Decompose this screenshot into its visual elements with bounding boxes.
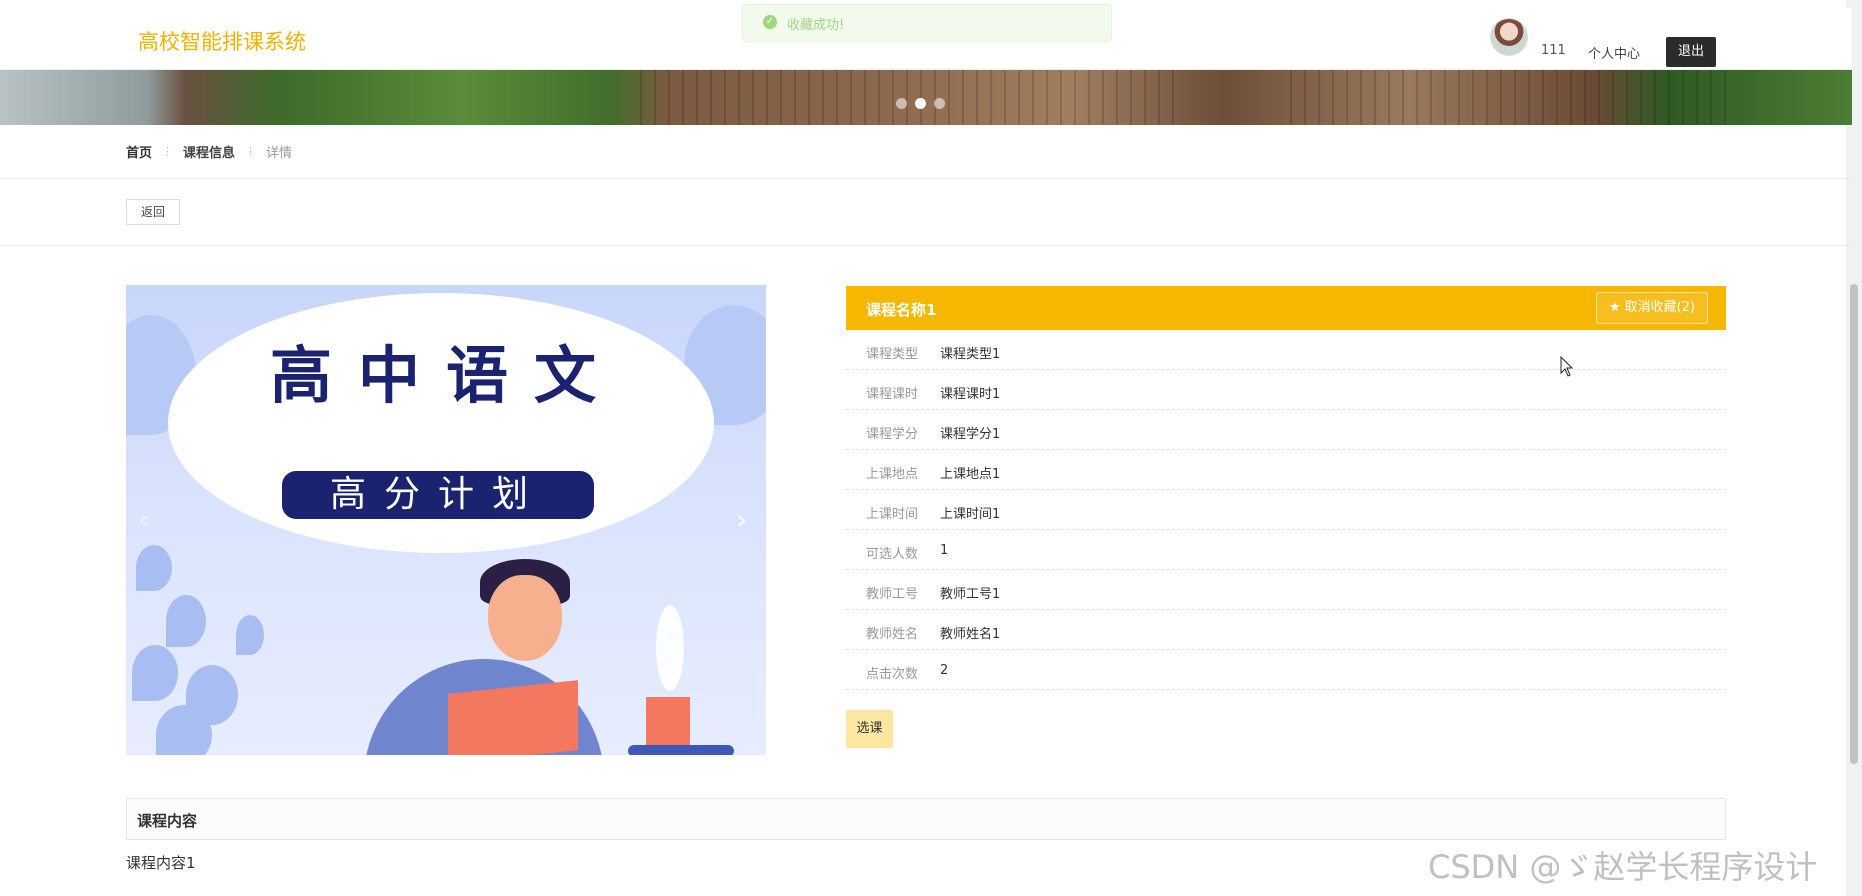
page-scrollbar-track[interactable]	[1846, 0, 1862, 896]
info-label: 课程课时	[866, 387, 919, 402]
info-row: 课程学分 课程学分1	[846, 410, 1726, 450]
info-value: 上课地点1	[940, 467, 1001, 482]
course-image-carousel: 高中语文 高分计划 ‹ ›	[126, 285, 766, 755]
info-label: 可选人数	[866, 547, 919, 562]
info-label: 教师工号	[866, 587, 919, 602]
info-value: 课程类型1	[940, 347, 1001, 362]
breadcrumb-current: 详情	[266, 146, 293, 161]
breadcrumb-course-info[interactable]: 课程信息	[183, 142, 235, 161]
toast-message: 收藏成功!	[787, 18, 845, 33]
course-content-heading-box: 课程内容	[126, 798, 1726, 840]
book-shape	[448, 680, 578, 755]
image-subtitle: 高分计划	[282, 471, 594, 519]
info-label: 上课地点	[866, 467, 919, 482]
info-label: 课程学分	[866, 427, 919, 442]
personal-center-link[interactable]: 个人中心	[1588, 43, 1640, 62]
star-icon: ★	[1608, 300, 1621, 315]
breadcrumb-separator: ⋮	[245, 145, 257, 158]
carousel-dot[interactable]	[934, 98, 945, 109]
saucer-shape	[628, 745, 734, 755]
info-row: 课程课时 课程课时1	[846, 370, 1726, 410]
info-value: 1	[940, 543, 949, 558]
info-value: 教师工号1	[940, 587, 1001, 602]
info-label: 上课时间	[866, 507, 919, 522]
info-row: 可选人数 1	[846, 530, 1726, 570]
chevron-right-icon[interactable]: ›	[736, 503, 747, 536]
info-row: 点击次数 2	[846, 650, 1726, 690]
username: 111	[1541, 43, 1566, 58]
back-button[interactable]: 返回	[126, 199, 180, 225]
person-head	[488, 575, 562, 661]
info-value: 上课时间1	[940, 507, 1001, 522]
success-toast: ✓ 收藏成功!	[742, 4, 1112, 42]
image-title: 高中语文	[269, 339, 622, 412]
chevron-left-icon[interactable]: ‹	[138, 503, 149, 536]
info-row: 上课时间 上课时间1	[846, 490, 1726, 530]
breadcrumb: 首页 ⋮ 课程信息 ⋮ 详情	[126, 142, 292, 161]
carousel-dot[interactable]	[896, 98, 907, 109]
info-row: 上课地点 上课地点1	[846, 450, 1726, 490]
info-value: 2	[940, 663, 949, 678]
info-row: 教师工号 教师工号1	[846, 570, 1726, 610]
info-label: 课程类型	[866, 347, 919, 362]
divider	[0, 178, 1852, 179]
course-info-panel: 课程名称1 ★ 取消收藏(2) 课程类型 课程类型1 课程课时 课程课时1 课程…	[846, 286, 1726, 690]
divider	[0, 245, 1852, 246]
check-circle-icon: ✓	[763, 15, 777, 29]
info-label: 点击次数	[866, 667, 919, 682]
course-name: 课程名称1	[866, 301, 937, 319]
select-course-button[interactable]: 选课	[846, 710, 893, 748]
steam-shape	[656, 605, 684, 691]
breadcrumb-separator: ⋮	[162, 145, 174, 158]
info-value: 课程学分1	[940, 427, 1001, 442]
favorite-label: 取消收藏(2)	[1624, 300, 1695, 315]
user-avatar[interactable]	[1490, 18, 1528, 56]
carousel-dot-active[interactable]	[915, 98, 926, 109]
info-row: 课程类型 课程类型1	[846, 330, 1726, 370]
mouse-cursor-icon	[1560, 356, 1574, 377]
course-content-body: 课程内容1	[126, 854, 196, 872]
unfavorite-button[interactable]: ★ 取消收藏(2)	[1595, 292, 1708, 324]
info-label: 教师姓名	[866, 627, 919, 642]
watermark: CSDN @ゞ赵学长程序设计	[1428, 848, 1818, 886]
info-row: 教师姓名 教师姓名1	[846, 610, 1726, 650]
info-value: 课程课时1	[940, 387, 1001, 402]
course-info-header: 课程名称1 ★ 取消收藏(2)	[846, 286, 1726, 330]
logout-button[interactable]: 退出	[1666, 37, 1717, 67]
page-scrollbar-thumb[interactable]	[1850, 284, 1858, 764]
carousel-indicators	[896, 98, 945, 109]
info-value: 教师姓名1	[940, 627, 1001, 642]
breadcrumb-home[interactable]: 首页	[126, 142, 152, 161]
site-title[interactable]: 高校智能排课系统	[138, 26, 306, 56]
course-content-heading: 课程内容	[137, 812, 198, 830]
